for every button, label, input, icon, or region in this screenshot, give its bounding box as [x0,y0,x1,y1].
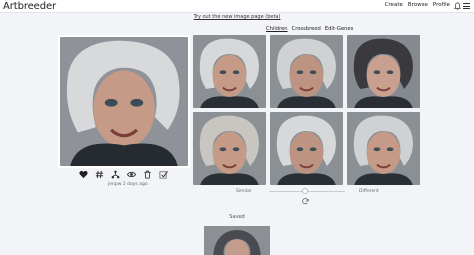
tab-edit-genes[interactable]: Edit-Genes [325,26,354,32]
heart-icon[interactable] [79,170,88,179]
main-image-card [58,35,190,168]
tab-crossbreed[interactable]: Crossbreed [292,26,321,32]
hash-icon[interactable] [95,170,104,179]
child-image[interactable] [193,35,266,108]
nav-create[interactable]: Create [385,2,403,8]
logo[interactable]: Artbreeder [3,0,56,13]
bell-icon[interactable] [454,2,461,10]
saved-image[interactable] [204,226,270,255]
child-image[interactable] [347,112,420,185]
child-image[interactable] [347,35,420,108]
different-label: Different [359,189,379,194]
main-nav: Create Browse Profile [385,2,450,8]
hamburger-menu-icon[interactable] [463,3,470,9]
eye-icon[interactable] [127,170,136,179]
similarity-slider-handle[interactable] [302,188,308,194]
nav-browse[interactable]: Browse [408,2,428,8]
owner-link[interactable]: jenpw [108,182,121,187]
tabs: Children Crossbreed Edit-Genes [266,26,353,32]
checkmark-icon[interactable] [159,170,168,179]
tab-children[interactable]: Children [266,26,288,32]
refresh-icon[interactable] [302,198,309,205]
nav-profile[interactable]: Profile [433,2,450,8]
trash-icon[interactable] [143,170,152,179]
beta-page-link[interactable]: Try out the new image page (beta) [0,14,474,20]
image-meta: jenpw 2 days ago [108,182,148,187]
tree-icon[interactable] [111,170,120,179]
child-image[interactable] [270,112,343,185]
saved-section-title: Saved [229,214,245,220]
top-bar: Artbreeder Create Browse Profile [0,0,474,13]
child-image[interactable] [193,112,266,185]
main-portrait-image[interactable] [60,37,188,166]
child-image[interactable] [270,35,343,108]
post-time: 2 days ago [122,182,148,187]
image-actions [79,170,168,179]
similar-label: Similar [236,189,252,194]
